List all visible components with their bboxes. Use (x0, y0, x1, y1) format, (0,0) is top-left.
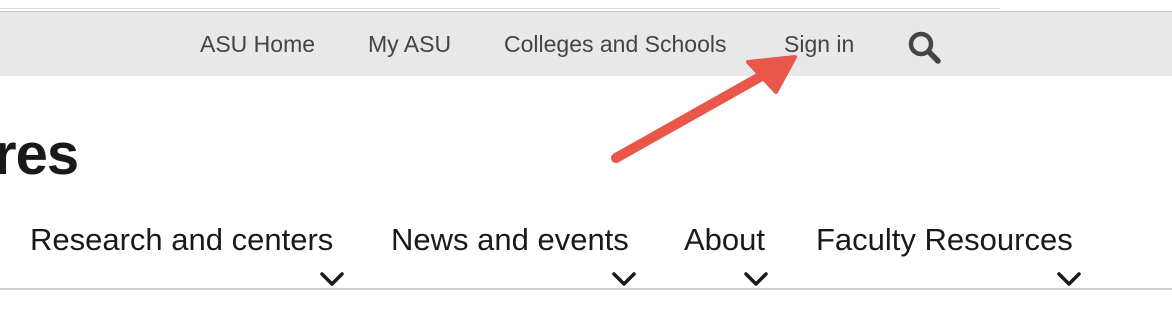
nav-item-research-and-centers[interactable]: Research and centers (30, 220, 350, 286)
top-strip (0, 0, 1000, 9)
universal-nav-bar: ASU Home My ASU Colleges and Schools Sig… (0, 11, 1172, 76)
nav-item-news-and-events[interactable]: News and events (391, 220, 641, 286)
chevron-down-icon (319, 270, 345, 288)
asu-home-link[interactable]: ASU Home (200, 29, 315, 59)
nav-divider (0, 288, 1172, 290)
chevron-down-icon (743, 270, 769, 288)
sign-in-link[interactable]: Sign in (784, 29, 854, 59)
nav-item-label: News and events (391, 222, 629, 257)
nav-item-label: Research and centers (30, 222, 334, 257)
nav-item-about[interactable]: About (684, 220, 774, 286)
nav-item-faculty-resources[interactable]: Faculty Resources (816, 220, 1086, 286)
chevron-down-icon (1056, 270, 1082, 288)
search-icon[interactable] (906, 29, 942, 65)
nav-item-label: Faculty Resources (816, 222, 1073, 257)
site-title[interactable]: res (0, 120, 79, 190)
page: ASU Home My ASU Colleges and Schools Sig… (0, 0, 1172, 324)
colleges-and-schools-link[interactable]: Colleges and Schools (504, 29, 726, 59)
chevron-down-icon (611, 270, 637, 288)
my-asu-link[interactable]: My ASU (368, 29, 451, 59)
nav-item-label: About (684, 222, 766, 257)
